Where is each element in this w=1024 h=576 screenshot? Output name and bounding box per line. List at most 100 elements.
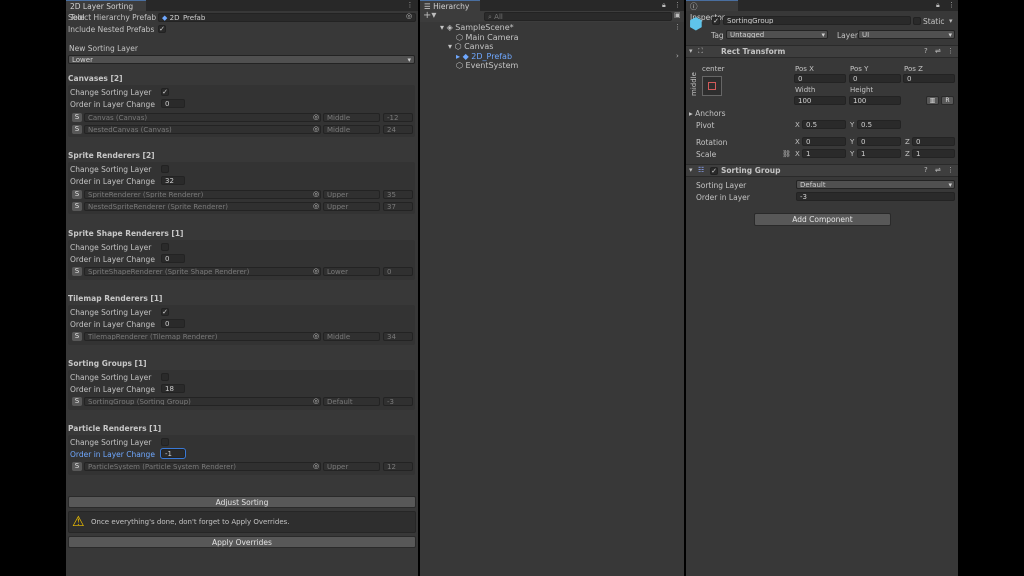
canvas-object-field[interactable]: Canvas (Canvas)	[84, 113, 321, 122]
object-picker-icon[interactable]: ◎	[313, 462, 319, 470]
nested-canvas-object-field[interactable]: NestedCanvas (Canvas)	[84, 125, 321, 134]
rect-transform-header[interactable]: ▾ ⛶ Rect Transform ? ⇌ ⋮	[686, 45, 958, 58]
kebab-menu-icon[interactable]: ⋮	[947, 166, 954, 174]
sprite-change-checkbox[interactable]	[161, 165, 169, 173]
shape-order-field[interactable]: 0	[161, 254, 185, 263]
particles-change-checkbox[interactable]	[161, 438, 169, 446]
include-nested-checkbox[interactable]: ✓	[158, 25, 166, 33]
scale-x-field[interactable]: 1	[802, 149, 846, 158]
groups-object-field[interactable]: SortingGroup (Sorting Group)	[84, 397, 321, 406]
layer-dropdown[interactable]: UI ▾	[858, 30, 955, 39]
nested-canvas-select-button[interactable]: S	[72, 125, 82, 134]
nested-sprite-object-field[interactable]: NestedSpriteRenderer (Sprite Renderer)	[84, 202, 321, 211]
scale-y-field[interactable]: 1	[857, 149, 901, 158]
scale-z-field[interactable]: 1	[912, 149, 955, 158]
anchor-presets-button[interactable]	[702, 76, 722, 96]
groups-select-button[interactable]: S	[72, 397, 82, 406]
chevron-down-icon[interactable]: ▾	[949, 17, 953, 25]
blueprint-mode-button[interactable]: ▥	[926, 96, 939, 105]
posx-field[interactable]: 0	[794, 74, 846, 83]
tilemap-order-field[interactable]: 0	[161, 319, 185, 328]
sorting-layer-dropdown[interactable]: Default ▾	[796, 180, 955, 189]
particles-order-field[interactable]: -1	[160, 448, 186, 459]
posy-field[interactable]: 0	[849, 74, 901, 83]
shape-object-field[interactable]: SpriteShapeRenderer (Sprite Shape Render…	[84, 267, 321, 276]
apply-overrides-button[interactable]: Apply Overrides	[68, 536, 416, 548]
add-component-button[interactable]: Add Component	[754, 213, 891, 226]
link-icon[interactable]: ⛓	[782, 150, 791, 158]
select-prefab-field[interactable]: ◆ 2D_Prefab	[158, 13, 416, 22]
canvas-order-field: -12	[383, 113, 413, 122]
canvases-change-checkbox[interactable]: ✓	[161, 88, 169, 96]
kebab-menu-icon[interactable]: ⋮	[674, 1, 681, 9]
sprite-select-button[interactable]: S	[72, 190, 82, 199]
width-field[interactable]: 100	[794, 96, 846, 105]
object-picker-icon[interactable]: ◎	[406, 12, 412, 20]
posz-field[interactable]: 0	[903, 74, 955, 83]
sprite-object-field[interactable]: SpriteRenderer (Sprite Renderer)	[84, 190, 321, 199]
kebab-menu-icon[interactable]: ⋮	[406, 1, 414, 9]
tilemap-object-field[interactable]: TilemapRenderer (Tilemap Renderer)	[84, 332, 321, 341]
object-picker-icon[interactable]: ◎	[313, 397, 319, 405]
shape-change-checkbox[interactable]	[161, 243, 169, 251]
kebab-menu-icon[interactable]: ⋮	[947, 47, 954, 55]
canvas-select-button[interactable]: S	[72, 113, 82, 122]
particles-select-button[interactable]: S	[72, 462, 82, 471]
particles-object-field[interactable]: ParticleSystem (Particle System Renderer…	[84, 462, 321, 471]
add-label: +	[423, 10, 432, 21]
tilemap-change-label: Change Sorting Layer	[70, 308, 152, 317]
object-picker-icon[interactable]: ◎	[313, 190, 319, 198]
pivot-x-field[interactable]: 0.5	[802, 120, 846, 129]
tab-inspector[interactable]: ⓘ Inspector	[686, 0, 738, 22]
chevron-right-icon[interactable]: ›	[676, 52, 679, 60]
object-picker-icon[interactable]: ◎	[313, 267, 319, 275]
height-field[interactable]: 100	[849, 96, 901, 105]
hierarchy-item-eventsystem[interactable]: ⬡ EventSystem	[456, 61, 518, 71]
adjust-sorting-button[interactable]: Adjust Sorting	[68, 496, 416, 508]
object-picker-icon[interactable]: ◎	[313, 125, 319, 133]
lock-icon[interactable]: 🔒︎	[936, 1, 940, 10]
order-in-layer-field[interactable]: -3	[796, 192, 955, 201]
presets-icon[interactable]: ⇌	[935, 166, 941, 174]
help-icon[interactable]: ?	[924, 47, 928, 55]
tilemap-change-checkbox[interactable]: ✓	[161, 308, 169, 316]
scene-visibility-icon[interactable]: ▣	[674, 11, 681, 19]
raw-edit-button[interactable]: R	[941, 96, 954, 105]
object-name-field[interactable]: SortingGroup	[723, 16, 911, 25]
hierarchy-item-canvas[interactable]: ▾ ⬡ Canvas	[448, 42, 493, 52]
object-picker-icon[interactable]: ◎	[313, 332, 319, 340]
static-checkbox[interactable]	[913, 17, 921, 25]
scene-row[interactable]: ▾ ◈ SampleScene*	[440, 23, 514, 33]
canvases-order-field[interactable]: 0	[161, 99, 185, 108]
groups-change-checkbox[interactable]	[161, 373, 169, 381]
anchor-preset-side-label: middle	[690, 72, 698, 96]
tab-2d-layer-sorting-tool[interactable]: 2D Layer Sorting Tool	[66, 0, 146, 22]
sprite-order-field[interactable]: 32	[161, 176, 185, 185]
tilemap-select-button[interactable]: S	[72, 332, 82, 341]
rot-y-field[interactable]: 0	[857, 137, 901, 146]
sorting-group-header[interactable]: ▾ ☷ ✓ Sorting Group ? ⇌ ⋮	[686, 164, 958, 177]
groups-order-field[interactable]: 18	[161, 384, 185, 393]
anchor-preset-top-label: center	[702, 65, 725, 73]
sorting-group-enabled-checkbox[interactable]: ✓	[710, 167, 718, 175]
object-picker-icon[interactable]: ◎	[313, 202, 319, 210]
nested-sprite-select-button[interactable]: S	[72, 202, 82, 211]
shape-select-button[interactable]: S	[72, 267, 82, 276]
sorting-groups-group: Change Sorting Layer Order in Layer Chan…	[68, 370, 415, 410]
pivot-y-field[interactable]: 0.5	[857, 120, 901, 129]
rot-x-field[interactable]: 0	[802, 137, 846, 146]
lock-icon[interactable]: 🔒︎	[662, 1, 666, 10]
canvases-change-label: Change Sorting Layer	[70, 88, 152, 97]
new-sorting-layer-dropdown[interactable]: Lower ▾	[68, 55, 415, 64]
kebab-menu-icon[interactable]: ⋮	[674, 23, 681, 31]
anchors-foldout[interactable]: ▸ Anchors	[689, 109, 726, 118]
object-picker-icon[interactable]: ◎	[313, 113, 319, 121]
help-icon[interactable]: ?	[924, 166, 928, 174]
presets-icon[interactable]: ⇌	[935, 47, 941, 55]
kebab-menu-icon[interactable]: ⋮	[948, 1, 955, 9]
active-checkbox[interactable]: ✓	[712, 17, 720, 25]
rot-z-field[interactable]: 0	[912, 137, 955, 146]
tag-dropdown[interactable]: Untagged ▾	[726, 30, 828, 39]
add-button[interactable]: +▾	[423, 11, 436, 21]
hierarchy-search-input[interactable]: ⌕ All	[484, 12, 672, 21]
